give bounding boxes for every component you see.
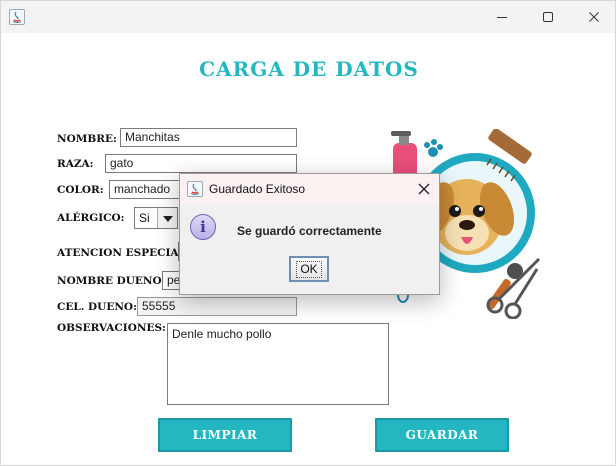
save-success-dialog: Guardado Exitoso i Se guardó correctamen… <box>179 173 440 295</box>
dialog-titlebar: Guardado Exitoso <box>180 174 439 204</box>
observaciones-label: OBSERVACIONES: <box>57 322 166 334</box>
alergico-select[interactable]: Si <box>134 207 178 229</box>
cel-dueno-input[interactable]: 55555 <box>137 297 297 316</box>
atencion-especial-label: ATENCION ESPECIAL: <box>57 247 190 259</box>
close-button[interactable] <box>571 1 615 33</box>
chevron-down-icon[interactable] <box>157 208 177 228</box>
observaciones-textarea[interactable]: Denle mucho pollo <box>167 323 389 405</box>
maximize-button[interactable] <box>525 1 571 33</box>
java-icon <box>187 181 203 197</box>
cel-dueno-label: CEL. DUENO: <box>57 301 137 313</box>
close-icon <box>589 12 599 22</box>
alergico-label: ALÉRGICO: <box>57 212 125 224</box>
limpiar-button[interactable]: LIMPIAR <box>158 418 292 452</box>
raza-label: RAZA: <box>57 158 94 170</box>
page-title: CARGA DE DATOS <box>199 57 419 81</box>
nombre-dueno-label: NOMBRE DUENO: <box>57 275 166 287</box>
dialog-close-button[interactable] <box>414 179 434 199</box>
ok-button[interactable]: OK <box>289 256 329 282</box>
info-icon: i <box>190 214 216 240</box>
guardar-button[interactable]: GUARDAR <box>375 418 509 452</box>
dialog-message: Se guardó correctamente <box>237 224 382 238</box>
ok-button-label: OK <box>296 261 322 278</box>
nombre-input[interactable]: Manchitas <box>120 128 297 147</box>
maximize-icon <box>543 12 553 22</box>
minimize-icon <box>497 17 507 18</box>
raza-input[interactable]: gato <box>105 154 297 173</box>
close-icon <box>418 183 430 195</box>
alergico-selected-value: Si <box>139 211 150 225</box>
dialog-title: Guardado Exitoso <box>209 182 306 196</box>
app-window: CARGA DE DATOS NOMBRE: Manchitas RAZA: g… <box>0 0 616 466</box>
java-icon <box>9 9 25 25</box>
nombre-label: NOMBRE: <box>57 133 117 145</box>
minimize-button[interactable] <box>479 1 525 33</box>
window-titlebar <box>1 1 615 33</box>
color-label: COLOR: <box>57 184 104 196</box>
